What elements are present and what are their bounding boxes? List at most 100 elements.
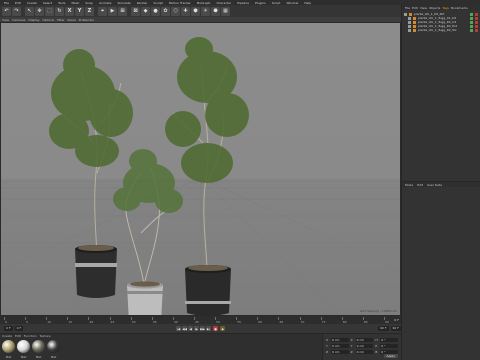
toolbar-button-12[interactable]: ⊠ (131, 6, 140, 16)
playback-button-5[interactable]: ▶| (206, 326, 212, 331)
max-frame-field[interactable]: 90 F (390, 326, 401, 331)
size-value-field[interactable]: 0 cm (355, 350, 374, 354)
viewport-menu-filter[interactable]: Filter (57, 18, 64, 22)
toolbar-button-1[interactable]: ↷ (12, 6, 21, 16)
size-value-field[interactable]: 0 cm (355, 338, 374, 342)
autokey-button[interactable]: ◆ (220, 326, 226, 331)
toolbar-button-20[interactable]: ⬣ (211, 6, 220, 16)
timeline-ruler[interactable]: 0 F 0 5 10 15 20 25 30 35 40 45 50 55 60 65 70 75 80 85 90 (0, 316, 401, 324)
menu-item-motion-tracker[interactable]: Motion Tracker (167, 1, 193, 5)
toolbar-button-6[interactable]: X (65, 6, 74, 16)
material-tag-icon[interactable] (475, 24, 478, 28)
viewport-menu-view[interactable]: View (2, 18, 9, 22)
visibility-check-icon[interactable] (470, 24, 473, 28)
3d-viewport[interactable]: Grid Spacing : 10000 cm (0, 22, 401, 316)
object-manager-tab-tags[interactable]: Tags (442, 6, 449, 10)
current-frame-field[interactable]: 0 F (14, 326, 24, 331)
object-manager-tab-file[interactable]: File (405, 6, 410, 10)
expand-icon[interactable] (408, 20, 411, 24)
playback-button-3[interactable]: ▶ (194, 326, 200, 331)
expand-icon[interactable] (404, 12, 407, 16)
material-tab-edit[interactable]: Edit (15, 334, 21, 338)
expand-icon[interactable] (408, 24, 411, 28)
menu-item-render[interactable]: Render (135, 1, 150, 5)
playback-button-4[interactable]: ▶▶ (200, 326, 206, 331)
position-value-field[interactable]: 0 cm (330, 338, 349, 342)
toolbar-button-21[interactable]: ▦ (221, 6, 230, 16)
toolbar-button-18[interactable]: ⬢ (191, 6, 200, 16)
record-button[interactable]: ● (213, 326, 219, 331)
object-manager-tab-objects[interactable]: Objects (429, 6, 440, 10)
toolbar-button-15[interactable]: ✿ (161, 6, 170, 16)
object-manager-tab-bookmarks[interactable]: Bookmarks (451, 6, 468, 10)
toolbar-button-0[interactable]: ↶ (2, 6, 11, 16)
toolbar-button-7[interactable]: Y (75, 6, 84, 16)
toolbar-button-13[interactable]: ◆ (141, 6, 150, 16)
viewport-menu-options[interactable]: Options (43, 18, 55, 22)
toolbar-button-8[interactable]: Z (85, 6, 94, 16)
object-row[interactable]: plants_Vol_1_Tugg_Kit_SG (404, 28, 478, 32)
menu-item-window[interactable]: Window (284, 1, 300, 5)
menu-item-help[interactable]: Help (302, 1, 313, 5)
toolbar-button-11[interactable]: ⊞ (118, 6, 127, 16)
attributes-tab-user-data[interactable]: User Data (427, 183, 442, 187)
visibility-check-icon[interactable] (470, 28, 473, 32)
expand-icon[interactable] (408, 28, 411, 32)
visibility-check-icon[interactable] (470, 12, 473, 16)
menu-item-pipeline[interactable]: Pipeline (235, 1, 251, 5)
menu-item-script[interactable]: Script (270, 1, 283, 5)
menu-item-file[interactable]: File (2, 1, 11, 5)
material-tab-create[interactable]: Create (2, 334, 12, 338)
rotation-value-field[interactable]: 0 ° (380, 338, 399, 342)
menu-item-select[interactable]: Select (41, 1, 54, 5)
position-value-field[interactable]: 0 cm (330, 350, 349, 354)
toolbar-button-19[interactable]: ☀ (201, 6, 210, 16)
viewport-menu-display[interactable]: Display (28, 18, 39, 22)
menu-item-mograph[interactable]: MoGraph (195, 1, 213, 5)
menu-item-edit[interactable]: Edit (13, 1, 23, 5)
menu-item-sculpt[interactable]: Sculpt (151, 1, 164, 5)
playback-button-2[interactable]: ◀ (188, 326, 194, 331)
object-manager-tab-view[interactable]: View (420, 6, 427, 10)
attributes-tab-edit[interactable]: Edit (417, 183, 423, 187)
toolbar-button-10[interactable]: ▶ (108, 6, 117, 16)
material-tag-icon[interactable] (475, 20, 478, 24)
size-value-field[interactable]: 0 cm (355, 344, 374, 348)
playback-button-0[interactable]: |◀ (176, 326, 182, 331)
material-tab-function[interactable]: Function (24, 334, 37, 338)
material-tab-texture[interactable]: Texture (40, 334, 51, 338)
toolbar-button-16[interactable]: ⬡ (171, 6, 180, 16)
material-swatch[interactable] (17, 340, 30, 353)
playback-button-1[interactable]: ◀◀ (182, 326, 188, 331)
menu-item-tools[interactable]: Tools (56, 1, 67, 5)
menu-item-mesh[interactable]: Mesh (69, 1, 81, 5)
toolbar-button-9[interactable]: ⌖ (98, 6, 107, 16)
attributes-tab-mode[interactable]: Mode (405, 183, 413, 187)
toolbar-button-4[interactable]: ⬚ (45, 6, 54, 16)
menu-item-plugins[interactable]: Plugins (253, 1, 268, 5)
toolbar-button-3[interactable]: ✥ (35, 6, 44, 16)
menu-item-animate[interactable]: Animate (97, 1, 114, 5)
toolbar-button-17[interactable]: ✚ (181, 6, 190, 16)
object-manager-tab-edit[interactable]: Edit (412, 6, 418, 10)
material-swatch[interactable] (2, 340, 15, 353)
menu-item-create[interactable]: Create (25, 1, 39, 5)
rotation-value-field[interactable]: 0 ° (380, 344, 399, 348)
viewport-menu-prorender[interactable]: ProRender (79, 18, 94, 22)
position-value-field[interactable]: 0 cm (330, 344, 349, 348)
apply-button[interactable]: Apply (383, 354, 398, 358)
start-frame-field[interactable]: 0 F (4, 326, 13, 331)
viewport-menu-cameras[interactable]: Cameras (12, 18, 25, 22)
material-tag-icon[interactable] (475, 28, 478, 32)
toolbar-button-14[interactable]: ● (151, 6, 160, 16)
visibility-check-icon[interactable] (470, 16, 473, 20)
menu-item-snap[interactable]: Snap (83, 1, 95, 5)
expand-icon[interactable] (408, 16, 411, 20)
visibility-check-icon[interactable] (470, 20, 473, 24)
material-tag-icon[interactable] (475, 12, 478, 16)
viewport-menu-panel[interactable]: Panel (68, 18, 76, 22)
material-swatch[interactable] (32, 340, 45, 353)
menu-item-simulate[interactable]: Simulate (116, 1, 133, 5)
material-tag-icon[interactable] (475, 16, 478, 20)
toolbar-button-5[interactable]: ↻ (55, 6, 64, 16)
